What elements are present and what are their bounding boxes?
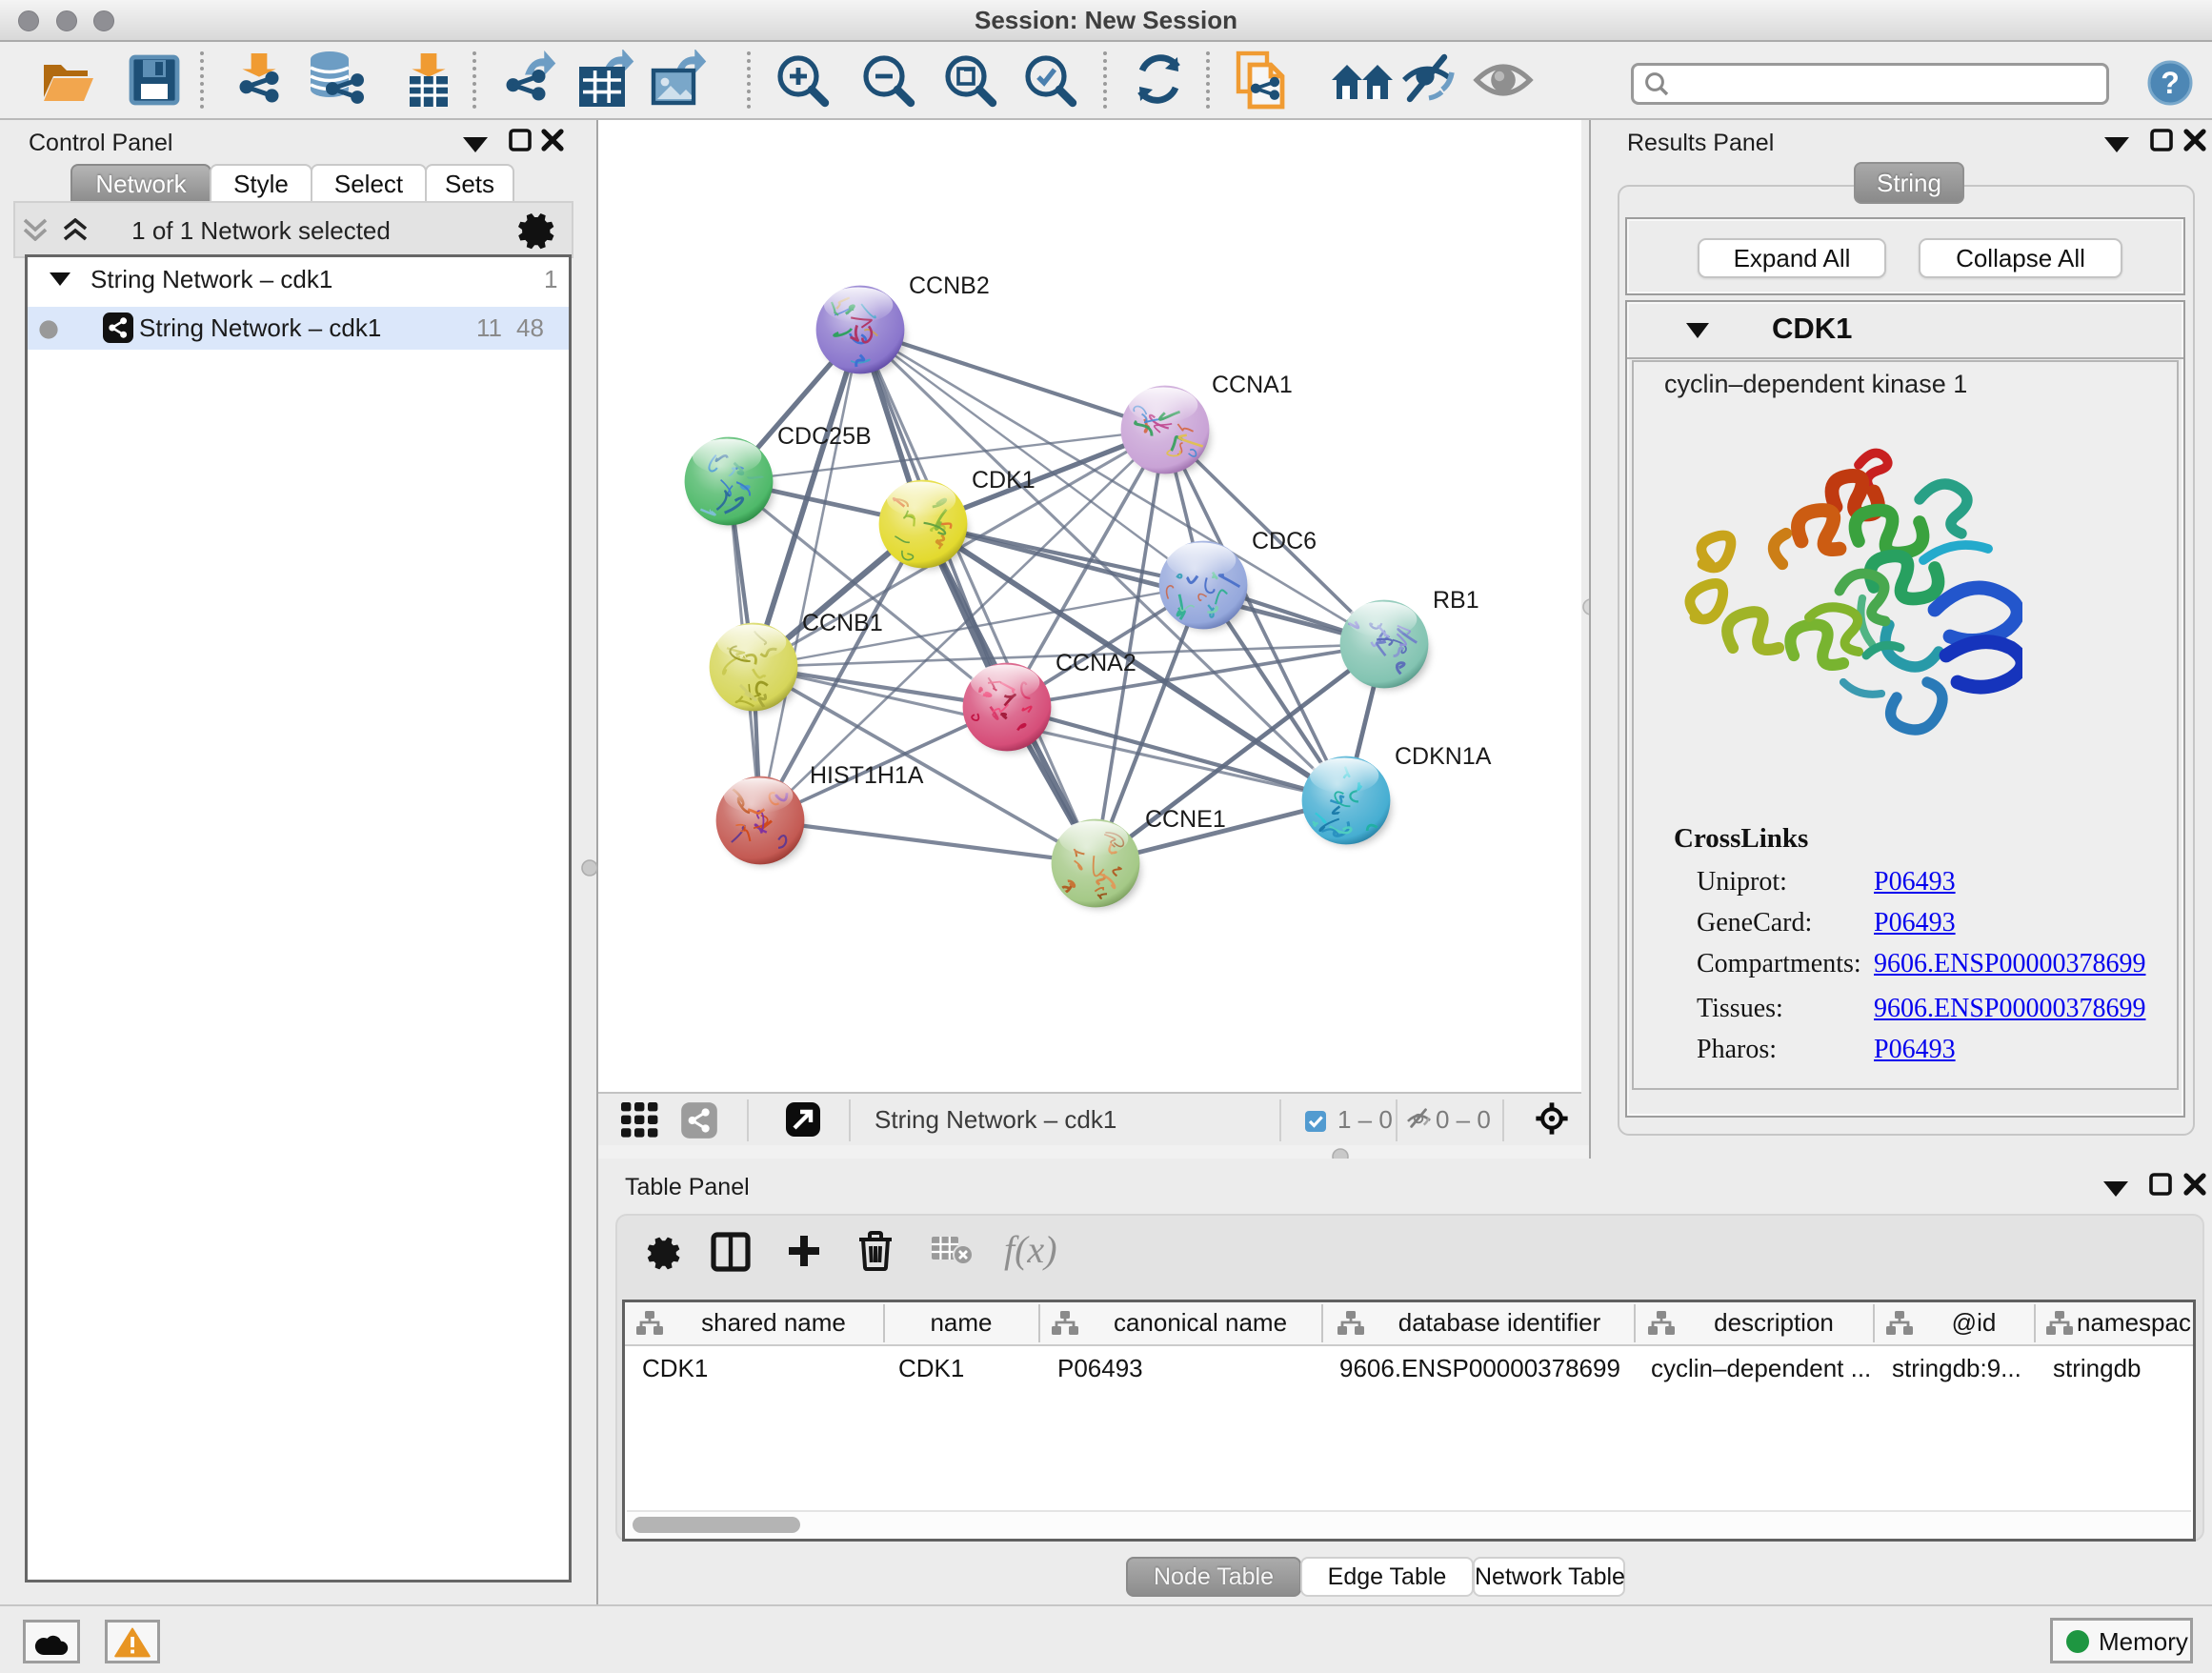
svg-text:CCNE1: CCNE1 [1145,806,1226,833]
svg-text:CCNA1: CCNA1 [1212,372,1293,398]
svg-text:RB1: RB1 [1433,587,1479,614]
svg-text:CDC25B: CDC25B [777,423,872,450]
svg-text:HIST1H1A: HIST1H1A [810,762,924,789]
svg-text:CCNB1: CCNB1 [802,610,883,636]
svg-text:?: ? [2161,66,2180,100]
svg-text:CCNB2: CCNB2 [909,272,990,299]
svg-text:CCNA2: CCNA2 [1056,650,1136,676]
svg-text:CDKN1A: CDKN1A [1395,743,1492,770]
svg-text:CDK1: CDK1 [972,467,1036,494]
svg-text:CDC6: CDC6 [1252,528,1317,554]
